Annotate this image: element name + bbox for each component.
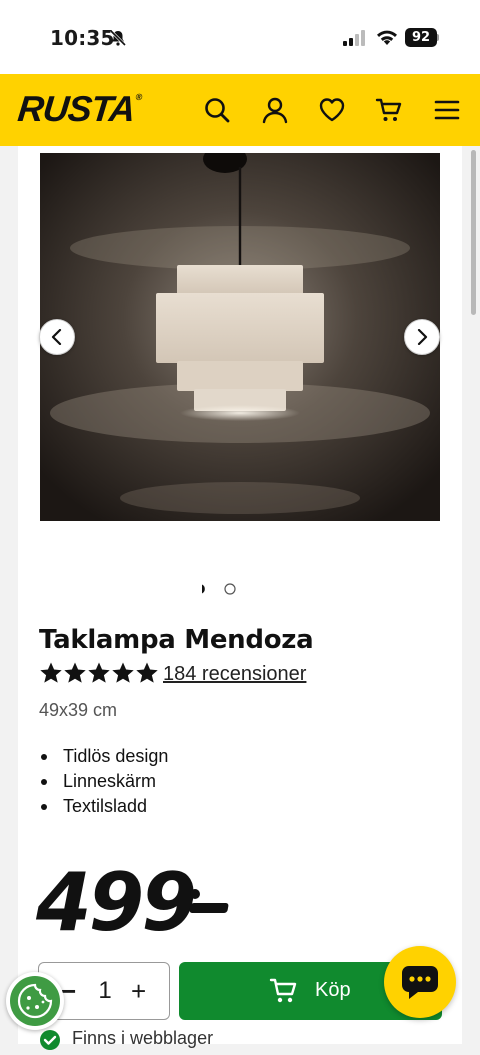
battery-indicator: 92 (405, 28, 437, 47)
chat-button[interactable] (384, 946, 456, 1018)
status-bar: 10:35 92 (0, 0, 480, 74)
cookie-settings-button[interactable] (6, 972, 64, 1030)
star-icon (88, 662, 110, 683)
cookie-icon (17, 983, 53, 1019)
feature-item: Linneskärm (39, 769, 168, 794)
product-price: 499 (36, 856, 197, 949)
logo-text: RUSTA (15, 88, 137, 129)
battery-cap (437, 34, 439, 41)
site-header: RUSTA® (0, 74, 480, 146)
carousel-dot-active[interactable] (198, 583, 210, 595)
image-prev-button[interactable] (39, 319, 75, 355)
chat-bubble-icon (402, 966, 438, 999)
cart-icon[interactable] (375, 96, 403, 124)
chevron-left-icon (51, 329, 62, 345)
menu-hamburger-icon[interactable] (433, 96, 461, 124)
reviews-link[interactable]: 184 recensioner (163, 663, 306, 686)
check-icon (40, 1030, 60, 1050)
logo-registered: ® (135, 92, 142, 102)
buy-label: Köp (315, 979, 351, 1001)
image-next-button[interactable] (404, 319, 440, 355)
chevron-right-icon (417, 329, 428, 345)
price-dot (190, 889, 200, 899)
star-icon (40, 662, 62, 683)
scrollbar-thumb[interactable] (471, 150, 476, 315)
quantity-value[interactable]: 1 (97, 977, 113, 1005)
rusta-logo[interactable]: RUSTA® (16, 88, 142, 130)
stock-label: Finns i webblager (72, 1028, 214, 1048)
price-dash (189, 903, 229, 913)
wishlist-heart-icon[interactable] (318, 96, 346, 124)
star-icon (64, 662, 86, 683)
carousel-dot[interactable] (224, 583, 236, 595)
star-icon (136, 662, 158, 683)
bell-muted-icon (109, 29, 127, 47)
product-title: Taklampa Mendoza (39, 625, 314, 655)
account-icon[interactable] (261, 96, 289, 124)
quantity-increase-button[interactable]: + (131, 976, 146, 1007)
star-icon (112, 662, 134, 683)
cart-icon (269, 978, 297, 1003)
feature-item: Tidlös design (39, 744, 168, 769)
feature-list: Tidlös design Linneskärm Textilsladd (39, 744, 168, 819)
carousel-dots (198, 583, 236, 595)
lamp-photo (40, 153, 440, 521)
product-size: 49x39 cm (39, 700, 118, 720)
signal-icon (343, 30, 365, 46)
status-time: 10:35 (50, 26, 115, 50)
feature-item: Textilsladd (39, 794, 168, 819)
product-image[interactable] (40, 153, 440, 521)
search-icon[interactable] (203, 96, 231, 124)
cookie-badge (10, 976, 60, 1026)
wifi-icon (377, 30, 397, 45)
rating-stars[interactable] (39, 661, 159, 689)
